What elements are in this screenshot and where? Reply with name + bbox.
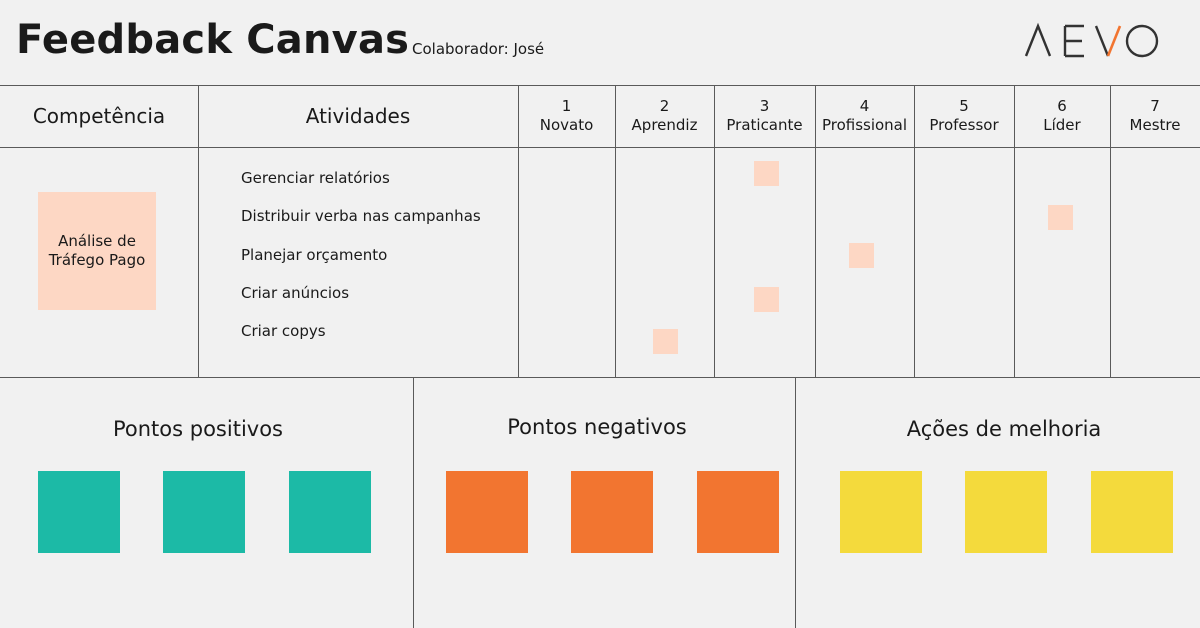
level-number: 2 [659,97,670,115]
sticky-note-positive[interactable] [289,471,371,553]
competence-sticky-note[interactable]: Análise de Tráfego Pago [38,192,156,310]
level-mark[interactable] [754,287,779,312]
table-header-divider [0,147,1200,148]
activity-label: Gerenciar relatórios [241,169,390,187]
level-number: 4 [859,97,870,115]
level-mark[interactable] [754,161,779,186]
level-header-5: 5 Professor [914,86,1014,146]
level-name: Novato [539,116,594,134]
level-number: 3 [759,97,770,115]
sticky-note-positive[interactable] [163,471,245,553]
activity-label: Planejar orçamento [241,246,388,264]
activities-header: Atividades [305,104,411,128]
level-header-6: 6 Líder [1014,86,1110,146]
level-number: 6 [1057,97,1067,115]
section-divider [795,377,796,628]
sticky-note-negative[interactable] [697,471,779,553]
section-title-negative: Pontos negativos [507,415,687,439]
level-name: Profissional [821,116,908,134]
level-name: Professor [929,116,999,134]
level-header-2: 2 Aprendiz [615,86,714,146]
level-name: Mestre [1129,116,1181,134]
level-name: Líder [1043,116,1081,134]
section-title-positive: Pontos positivos [112,417,283,441]
competence-header: Competência [32,104,166,128]
section-title-improvement: Ações de melhoria [906,417,1102,441]
level-name: Aprendiz [631,116,698,134]
activity-label: Criar copys [241,322,326,340]
activity-label: Distribuir verba nas campanhas [241,207,481,225]
level-mark[interactable] [1048,205,1073,230]
level-mark[interactable] [653,329,678,354]
sticky-note-improvement[interactable] [1091,471,1173,553]
level-name: Praticante [726,116,803,134]
activity-label: Criar anúncios [241,284,350,302]
sticky-note-positive[interactable] [38,471,120,553]
collaborator-label: Colaborador: José [412,40,545,58]
level-number: 7 [1150,97,1160,115]
sticky-note-negative[interactable] [446,471,528,553]
level-number: 1 [561,97,572,115]
sticky-note-improvement[interactable] [965,471,1047,553]
level-header-7: 7 Mestre [1110,86,1200,146]
table-bottom-border [0,377,1200,378]
page-title: Feedback Canvas [16,17,410,63]
level-number: 5 [959,97,969,115]
level-header-1: 1 Novato [518,86,615,146]
level-mark[interactable] [849,243,874,268]
level-header-3: 3 Praticante [714,86,815,146]
aevo-logo [1024,22,1159,58]
level-header-4: 4 Profissional [815,86,914,146]
sticky-note-negative[interactable] [571,471,653,553]
sticky-note-improvement[interactable] [840,471,922,553]
